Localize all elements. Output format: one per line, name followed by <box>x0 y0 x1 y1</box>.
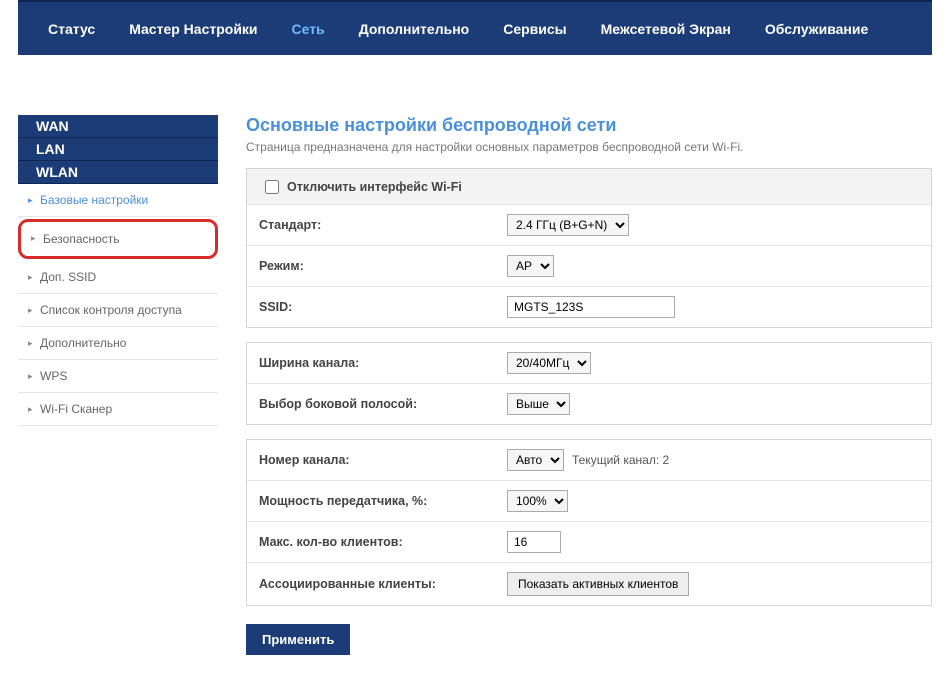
settings-block-basic: Отключить интерфейс Wi-Fi Стандарт: 2.4 … <box>246 168 932 328</box>
show-active-clients-button[interactable]: Показать активных клиентов <box>507 572 689 596</box>
tx-power-select[interactable]: 100% <box>507 490 568 512</box>
nav-services[interactable]: Сервисы <box>503 21 566 37</box>
nav-firewall[interactable]: Межсетевой Экран <box>601 21 731 37</box>
disable-wifi-checkbox[interactable] <box>265 180 279 194</box>
mode-label: Режим: <box>259 259 507 273</box>
settings-block-radio: Номер канала: Авто Текущий канал: 2 Мощн… <box>246 439 932 606</box>
sidebar-item-extra-ssid[interactable]: Доп. SSID <box>18 261 218 294</box>
ssid-label: SSID: <box>259 300 507 314</box>
highlight-security: Безопасность <box>18 219 218 259</box>
channel-width-label: Ширина канала: <box>259 356 507 370</box>
disable-wifi-label[interactable]: Отключить интерфейс Wi-Fi <box>259 180 462 194</box>
ssid-input[interactable] <box>507 296 675 318</box>
nav-status[interactable]: Статус <box>48 21 95 37</box>
sidebar-item-acl[interactable]: Список контроля доступа <box>18 294 218 327</box>
sidebar-item-advanced[interactable]: Дополнительно <box>18 327 218 360</box>
max-clients-input[interactable] <box>507 531 561 553</box>
current-channel-text: Текущий канал: 2 <box>572 453 669 467</box>
sideband-label: Выбор боковой полосой: <box>259 397 507 411</box>
sideband-select[interactable]: Выше <box>507 393 570 415</box>
nav-advanced[interactable]: Дополнительно <box>359 21 469 37</box>
sidebar-item-security[interactable]: Безопасность <box>21 222 215 256</box>
sidebar-item-wifi-scanner[interactable]: Wi-Fi Сканер <box>18 393 218 426</box>
standard-select[interactable]: 2.4 ГГц (B+G+N) <box>507 214 629 236</box>
mode-select[interactable]: AP <box>507 255 554 277</box>
disable-wifi-label-text: Отключить интерфейс Wi-Fi <box>287 180 462 194</box>
sidebar-item-wps[interactable]: WPS <box>18 360 218 393</box>
channel-number-label: Номер канала: <box>259 453 507 467</box>
sidebar: WAN LAN WLAN Базовые настройки Безопасно… <box>18 115 218 426</box>
channel-width-select[interactable]: 20/40МГц <box>507 352 591 374</box>
nav-maintenance[interactable]: Обслуживание <box>765 21 868 37</box>
top-nav: Статус Мастер Настройки Сеть Дополнитель… <box>18 0 932 55</box>
channel-number-select[interactable]: Авто <box>507 449 564 471</box>
assoc-clients-label: Ассоциированные клиенты: <box>259 577 507 591</box>
apply-button[interactable]: Применить <box>246 624 350 655</box>
sidebar-section-lan[interactable]: LAN <box>18 138 218 161</box>
tx-power-label: Мощность передатчика, %: <box>259 494 507 508</box>
max-clients-label: Макс. кол-во клиентов: <box>259 535 507 549</box>
sidebar-section-wlan[interactable]: WLAN <box>18 161 218 184</box>
page-title: Основные настройки беспроводной сети <box>246 115 932 136</box>
standard-label: Стандарт: <box>259 218 507 232</box>
sidebar-item-basic-settings[interactable]: Базовые настройки <box>18 184 218 217</box>
main-content: Основные настройки беспроводной сети Стр… <box>218 115 932 655</box>
nav-setup-wizard[interactable]: Мастер Настройки <box>129 21 257 37</box>
settings-block-channel: Ширина канала: 20/40МГц Выбор боковой по… <box>246 342 932 425</box>
page-description: Страница предназначена для настройки осн… <box>246 140 932 154</box>
nav-network[interactable]: Сеть <box>292 21 325 37</box>
sidebar-section-wan[interactable]: WAN <box>18 115 218 138</box>
